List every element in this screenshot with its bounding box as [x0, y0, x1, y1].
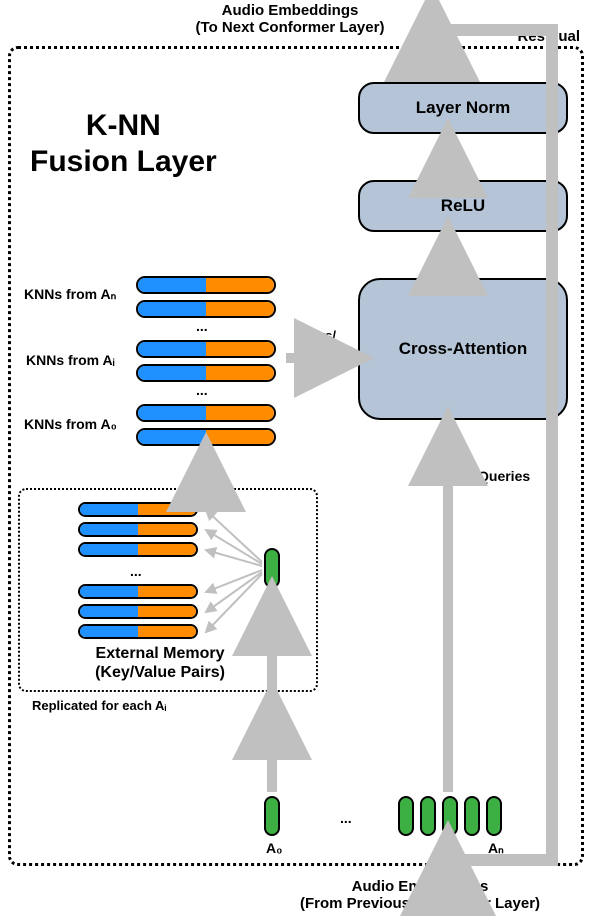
a0-label: A₀: [266, 840, 282, 856]
knn-pills-n: [136, 276, 276, 318]
memory-pills-bottom: [78, 584, 198, 639]
knn-label-n: KNNs from Aₙ: [24, 286, 116, 303]
memory-pills-top: [78, 502, 198, 557]
output-label: Audio Embeddings (To Next Conformer Laye…: [150, 2, 430, 36]
kv-pill: [78, 604, 198, 619]
audio-embedding-a0: [264, 796, 280, 836]
relu-block: ReLU: [358, 180, 568, 232]
input-label: Audio Embeddings (From Previous Conforme…: [260, 878, 580, 912]
mem-title-l1: External Memory: [96, 645, 225, 662]
audio-embedding-an: [486, 796, 502, 836]
knn-pills-0: [136, 404, 276, 446]
ellipsis-icon: ...: [196, 382, 208, 398]
crossattn-block: Cross-Attention: [358, 278, 568, 420]
kv-pill: [78, 502, 198, 517]
input-label-l1: Audio Embeddings: [352, 878, 489, 895]
output-label-l1: Audio Embeddings: [222, 2, 359, 19]
input-label-l2: (From Previous Conformer Layer): [300, 895, 540, 912]
kv-pill: [78, 584, 198, 599]
kv-pill: [136, 428, 276, 446]
ellipsis-icon: ...: [196, 318, 208, 334]
knn-label-i: KNNs from Aᵢ: [26, 352, 115, 368]
kv-pill: [78, 522, 198, 537]
title-line1: K-NN: [86, 109, 161, 142]
ellipsis-icon: ...: [340, 810, 352, 826]
kv-pill: [136, 276, 276, 294]
kv-pill: [136, 300, 276, 318]
kv-pill: [136, 340, 276, 358]
kv-pill: [136, 404, 276, 422]
kv-l2: Values: [298, 343, 339, 358]
kv-pill: [78, 624, 198, 639]
diagram-title: K-NN Fusion Layer: [30, 108, 217, 180]
kv-l1: Keys/: [301, 328, 336, 343]
ellipsis-icon: ...: [130, 563, 142, 579]
kv-pill: [78, 542, 198, 557]
kv-pill: [136, 364, 276, 382]
audio-embedding-capsule: [420, 796, 436, 836]
mem-title-l2: (Key/Value Pairs): [95, 664, 225, 681]
audio-embedding-capsule: [442, 796, 458, 836]
residual-label: Residual: [517, 28, 580, 45]
knn-pills-i: [136, 340, 276, 382]
an-label: Aₙ: [488, 840, 504, 857]
audio-embedding-capsule: [464, 796, 480, 836]
knn-label-0: KNNs from A₀: [24, 416, 117, 432]
query-capsule-memory: [264, 548, 280, 588]
layernorm-block: Layer Norm: [358, 82, 568, 134]
keys-values-label: Keys/ Values: [298, 328, 339, 358]
external-memory-title: External Memory (Key/Value Pairs): [30, 644, 290, 682]
title-line2: Fusion Layer: [30, 145, 217, 178]
audio-embedding-capsule: [398, 796, 414, 836]
replicated-label: Replicated for each Aᵢ: [32, 698, 166, 713]
queries-label: Queries: [478, 468, 530, 484]
output-label-l2: (To Next Conformer Layer): [196, 19, 385, 36]
